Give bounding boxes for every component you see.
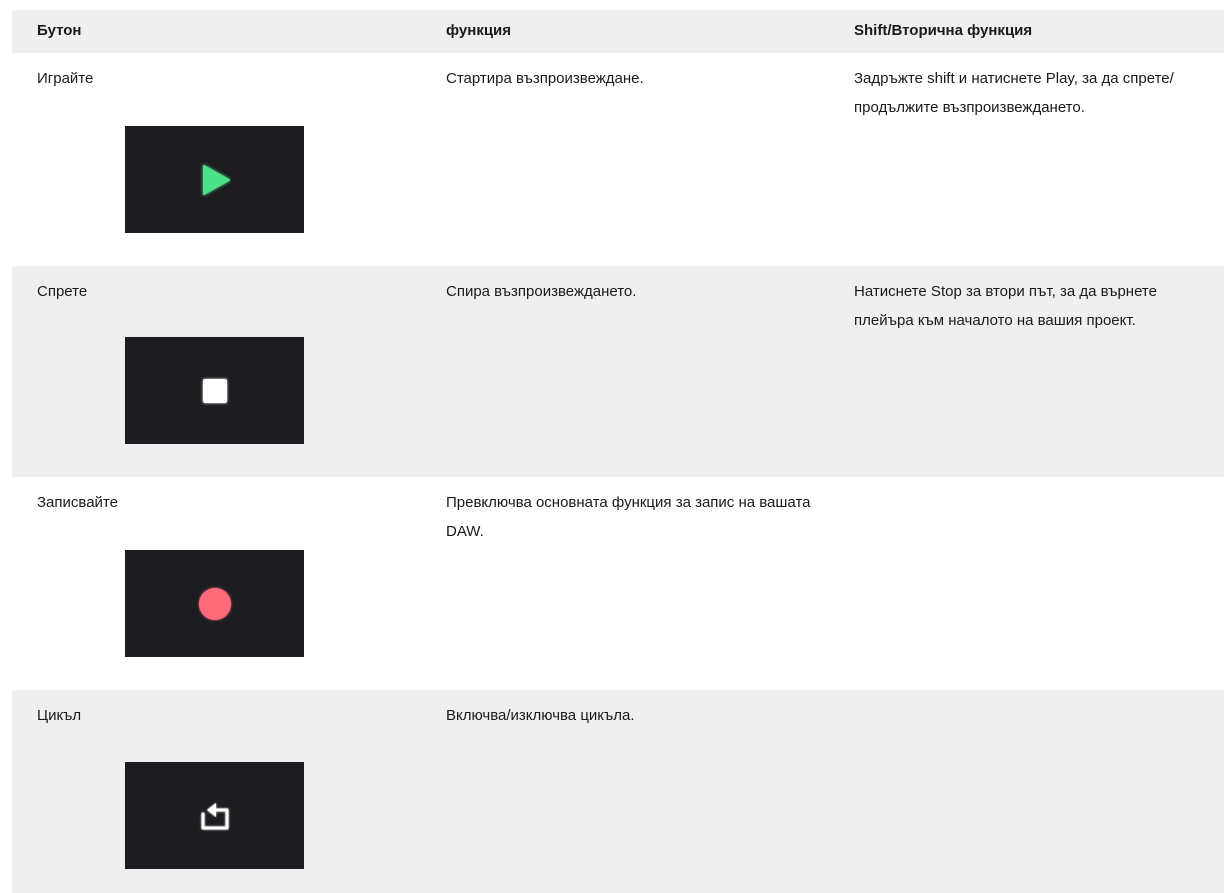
button-name: Записвайте <box>37 494 118 511</box>
header-function: функция <box>446 22 512 39</box>
table-header: Бутон функция Shift/Вторична функция <box>12 10 1224 53</box>
function-text: Стартира възпроизвеждане. <box>446 70 644 87</box>
function-text: Спира възпроизвеждането. <box>446 283 637 300</box>
header-button: Бутон <box>37 22 82 39</box>
button-name: Цикъл <box>37 707 82 724</box>
shift-function-text: Натиснете Stop за втори път, за да върне… <box>854 283 1157 329</box>
header-shift-function: Shift/Вторична функция <box>854 22 1033 39</box>
table-row-stop: Спрете Спира възпроизвеждането. Натиснет… <box>12 266 1224 477</box>
table-row-record: Записвайте Превключва основната функция … <box>12 477 1224 690</box>
play-button-image <box>125 126 304 233</box>
button-name: Спрете <box>37 283 88 300</box>
loop-icon <box>201 802 228 829</box>
record-icon <box>198 587 231 620</box>
table-row-loop: Цикъл Включва/изключва цикъла. <box>12 690 1224 893</box>
stop-icon <box>202 378 227 403</box>
play-icon <box>202 164 230 195</box>
function-text: Включва/изключва цикъла. <box>446 707 635 724</box>
table-row-play: Играйте Стартира възпроизвеждане. Задръж… <box>12 53 1224 266</box>
transport-buttons-table: Бутон функция Shift/Вторична функция Игр… <box>12 10 1224 893</box>
shift-function-text: Задръжте shift и натиснете Play, за да с… <box>854 70 1174 116</box>
function-text: Превключва основната функция за запис на… <box>446 494 811 540</box>
button-name: Играйте <box>37 70 94 87</box>
loop-button-image <box>125 762 304 869</box>
stop-button-image <box>125 337 304 444</box>
record-button-image <box>125 550 304 657</box>
